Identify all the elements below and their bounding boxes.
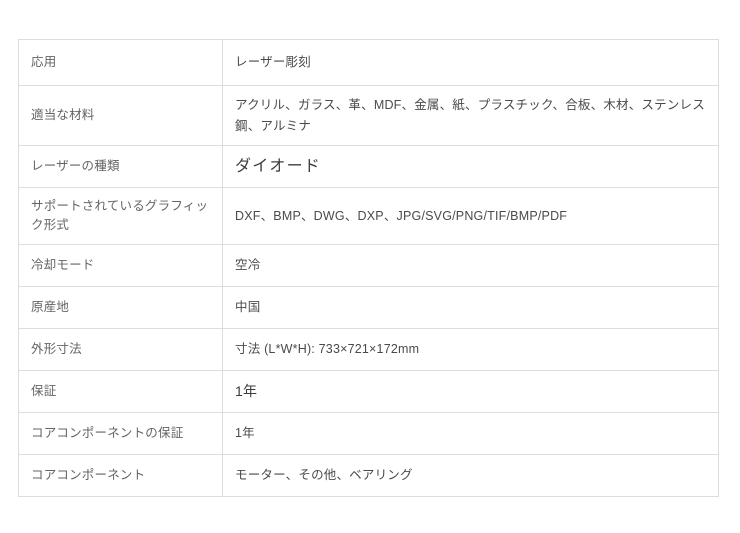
spec-value-cell: DXF、BMP、DWG、DXP、JPG/SVG/PNG/TIF/BMP/PDF [222, 187, 719, 245]
spec-label-cell: 外形寸法 [18, 328, 223, 371]
table-row: 冷却モード 空冷 [18, 244, 719, 287]
spec-value-cell: ダイオード [222, 145, 719, 188]
spec-value-cell: モーター、その他、ベアリング [222, 454, 719, 497]
page-root: 応用 レーザー彫刻適当な材料 アクリル、ガラス、革、MDF、金属、紙、プラスチック、… [0, 0, 740, 533]
spec-label-cell: コアコンポーネント [18, 454, 223, 497]
spec-value: DXF、BMP、DWG、DXP、JPG/SVG/PNG/TIF/BMP/PDF [235, 208, 568, 223]
spec-label-cell: サポートされているグラフィック形式 [18, 187, 223, 245]
spec-value: 空冷 [235, 258, 261, 273]
table-row: 原産地 中国 [18, 286, 719, 329]
table-row: レーザーの種類 ダイオード [18, 145, 719, 188]
specification-table: 応用 レーザー彫刻適当な材料 アクリル、ガラス、革、MDF、金属、紙、プラスチック、… [18, 39, 719, 497]
spec-value-cell: 1年 [222, 370, 719, 413]
spec-value-cell: 空冷 [222, 244, 719, 287]
table-row: サポートされているグラフィック形式 DXF、BMP、DWG、DXP、JPG/SVG… [18, 187, 719, 245]
spec-label: サポートされているグラフィック形式 [31, 198, 209, 232]
spec-value: 中国 [235, 300, 261, 315]
table-row: コアコンポーネントの保証 1年 [18, 412, 719, 455]
spec-value-cell: 1年 [222, 412, 719, 455]
spec-label-cell: コアコンポーネントの保証 [18, 412, 223, 455]
spec-value-cell: アクリル、ガラス、革、MDF、金属、紙、プラスチック、合板、木材、ステンレス鋼、… [222, 85, 719, 146]
spec-value: モーター、その他、ベアリング [235, 468, 413, 483]
spec-label: 応用 [31, 54, 57, 69]
spec-label: 適当な材料 [31, 107, 95, 122]
spec-label-cell: 適当な材料 [18, 85, 223, 146]
spec-label-cell: 冷却モード [18, 244, 223, 287]
spec-value: アクリル、ガラス、革、MDF、金属、紙、プラスチック、合板、木材、ステンレス鋼、… [235, 98, 705, 133]
spec-label: 原産地 [31, 299, 70, 314]
specification-table-body: 応用 レーザー彫刻適当な材料 アクリル、ガラス、革、MDF、金属、紙、プラスチック、… [18, 39, 719, 497]
spec-label-cell: レーザーの種類 [18, 145, 223, 188]
table-row: 外形寸法 寸法 (L*W*H): 733×721×172mm [18, 328, 719, 371]
spec-value: ダイオード [235, 157, 322, 175]
spec-value-cell: 寸法 (L*W*H): 733×721×172mm [222, 328, 719, 371]
spec-label: 冷却モード [31, 257, 95, 272]
spec-value-cell: 中国 [222, 286, 719, 329]
spec-label: 外形寸法 [31, 341, 82, 356]
spec-label: レーザーの種類 [31, 158, 120, 173]
spec-label-cell: 応用 [18, 39, 223, 86]
spec-value: 寸法 (L*W*H): 733×721×172mm [235, 342, 420, 357]
table-row: 保証 1年 [18, 370, 719, 413]
spec-label: 保証 [31, 383, 57, 398]
table-row: 適当な材料 アクリル、ガラス、革、MDF、金属、紙、プラスチック、合板、木材、ステ… [18, 85, 719, 146]
table-row: コアコンポーネント モーター、その他、ベアリング [18, 454, 719, 497]
spec-label-cell: 保証 [18, 370, 223, 413]
spec-value: レーザー彫刻 [235, 55, 311, 70]
spec-label: コアコンポーネントの保証 [31, 425, 184, 440]
spec-value-cell: レーザー彫刻 [222, 39, 719, 86]
table-row: 応用 レーザー彫刻 [18, 39, 719, 86]
spec-label-cell: 原産地 [18, 286, 223, 329]
spec-value: 1年 [235, 426, 255, 441]
spec-label: コアコンポーネント [31, 467, 146, 482]
spec-value: 1年 [235, 383, 258, 400]
